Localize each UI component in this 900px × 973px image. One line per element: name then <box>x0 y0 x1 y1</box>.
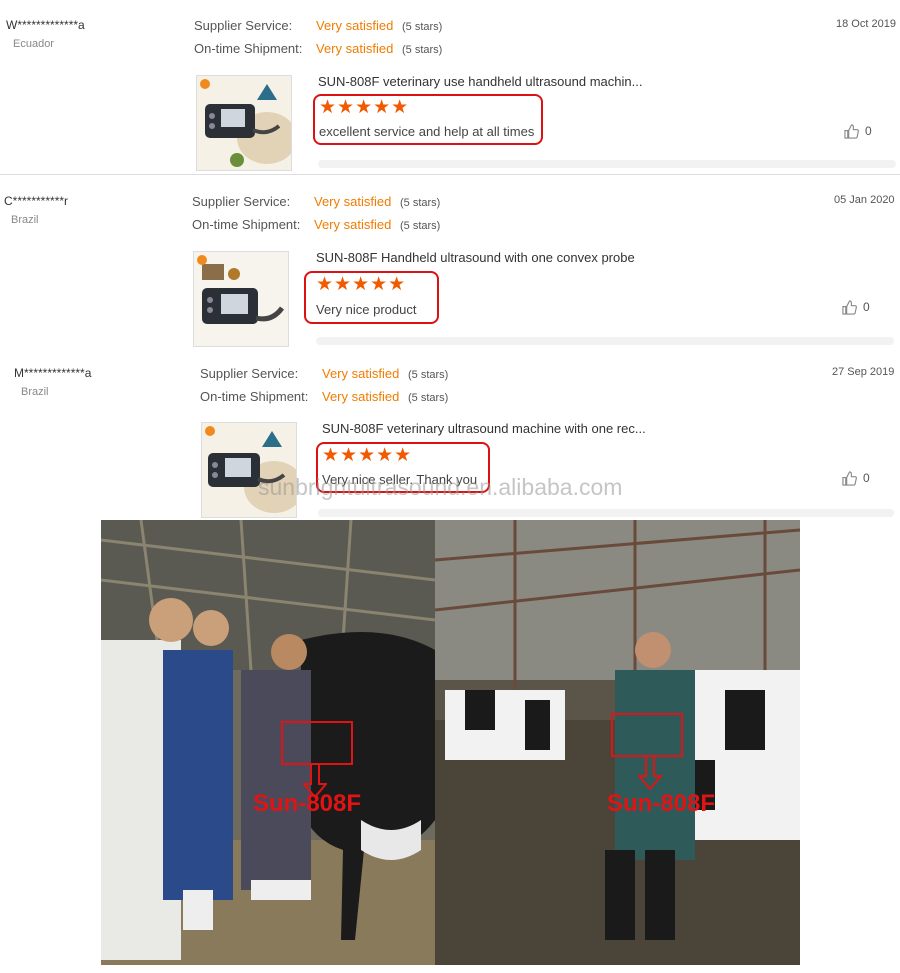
farm-photo-right: Sun-808F <box>435 520 800 965</box>
ontime-shipment-rating: On-time Shipment: Very satisfied (5 stars) <box>192 217 441 232</box>
product-title-link[interactable]: SUN-808F Handheld ultrasound with one co… <box>316 250 635 265</box>
like-count: 0 <box>865 124 872 138</box>
buyer-country: Brazil <box>11 214 39 226</box>
feedback-text: excellent service and help at all times <box>319 124 535 139</box>
thumbs-up-icon <box>842 300 857 315</box>
feedback-text: Very nice product <box>316 302 417 317</box>
thumbs-up-icon <box>842 471 857 486</box>
arrow-down-icon <box>638 756 662 790</box>
watermark-text: sunbrightultrasound.en.alibaba.com <box>258 474 623 500</box>
product-thumbnail[interactable] <box>193 251 289 347</box>
reply-bar <box>316 337 894 345</box>
supplier-service-rating: Supplier Service: Very satisfied (5 stars) <box>194 18 443 33</box>
device-highlight-box <box>281 721 353 765</box>
product-thumbnail[interactable] <box>201 422 297 518</box>
buyer-country: Brazil <box>21 386 49 398</box>
like-button[interactable]: 0 <box>842 471 870 486</box>
product-title-link[interactable]: SUN-808F veterinary ultrasound machine w… <box>322 421 646 436</box>
buyer-name: C***********r <box>4 194 69 208</box>
supplier-service-rating: Supplier Service: Very satisfied (5 stars) <box>200 366 449 381</box>
review-date: 27 Sep 2019 <box>832 366 895 378</box>
rating-stars: ★★★★★ <box>319 97 410 118</box>
review-date: 18 Oct 2019 <box>836 18 896 30</box>
like-count: 0 <box>863 300 870 314</box>
rating-stars: ★★★★★ <box>322 445 413 466</box>
thumbs-up-icon <box>844 124 859 139</box>
review-date: 05 Jan 2020 <box>834 194 895 206</box>
ontime-shipment-rating: On-time Shipment: Very satisfied (5 stars) <box>200 389 449 404</box>
farm-photo-left: Sun-808F <box>101 520 435 965</box>
like-button[interactable]: 0 <box>842 300 870 315</box>
divider <box>0 174 900 175</box>
device-label: Sun-808F <box>253 790 362 817</box>
reply-bar <box>318 160 896 168</box>
device-label: Sun-808F <box>607 790 716 817</box>
feedback-highlight: ★★★★★ excellent service and help at all … <box>313 94 543 145</box>
product-title-link[interactable]: SUN-808F veterinary use handheld ultraso… <box>318 74 642 89</box>
like-button[interactable]: 0 <box>844 124 872 139</box>
product-thumbnail[interactable] <box>196 75 292 171</box>
ontime-shipment-rating: On-time Shipment: Very satisfied (5 stars) <box>194 41 443 56</box>
feedback-highlight: ★★★★★ Very nice product <box>304 271 439 324</box>
supplier-service-rating: Supplier Service: Very satisfied (5 stars) <box>192 194 441 209</box>
device-highlight-box <box>611 713 683 757</box>
reply-bar <box>318 509 894 517</box>
rating-stars: ★★★★★ <box>316 274 407 295</box>
buyer-country: Ecuador <box>13 38 54 50</box>
buyer-name: W*************a <box>6 18 85 32</box>
buyer-name: M*************a <box>14 366 92 380</box>
like-count: 0 <box>863 471 870 485</box>
